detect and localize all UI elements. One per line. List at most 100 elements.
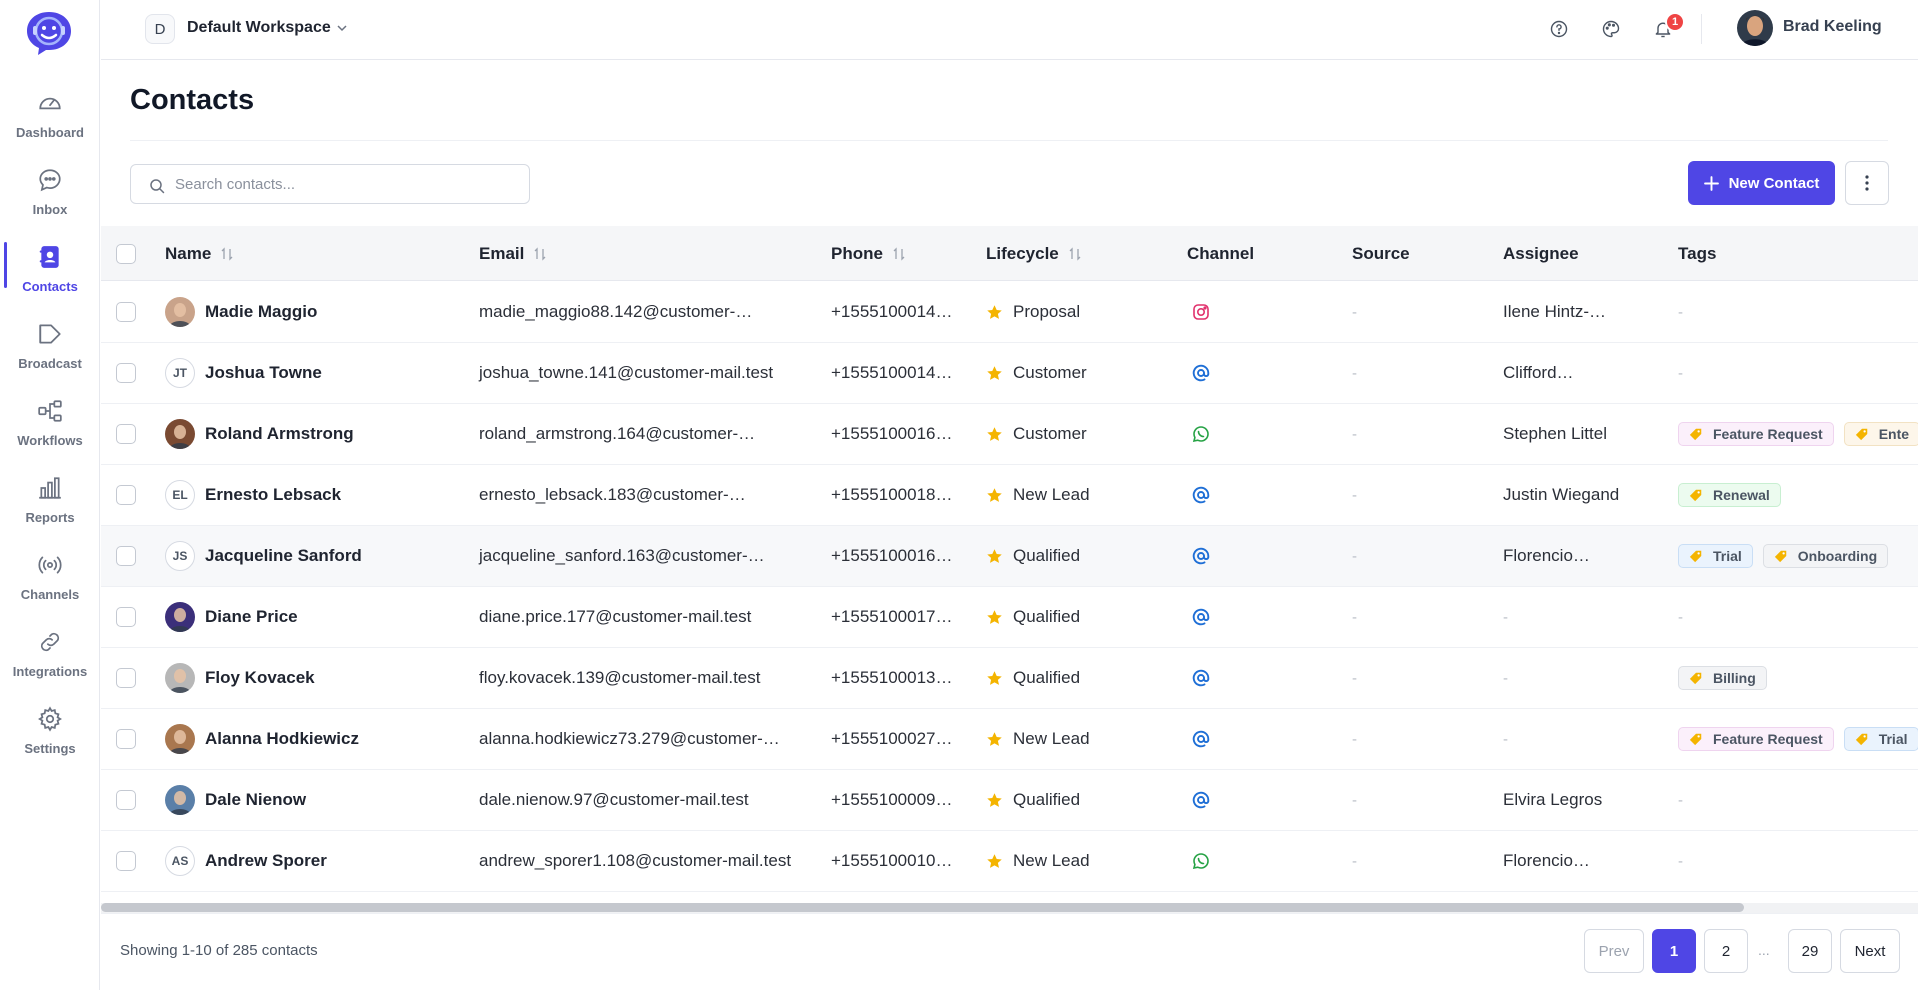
lifecycle-label: Qualified	[1013, 607, 1081, 626]
tag-chip[interactable]: Renewal	[1678, 483, 1781, 507]
table-row[interactable]: Madie Maggio madie_maggio88.142@customer-…	[101, 282, 1918, 343]
row-checkbox[interactable]	[116, 546, 136, 566]
contact-name[interactable]: Diane Price	[165, 587, 298, 647]
table-row[interactable]: AS Andrew Sporer andrew_sporer1.108@custom…	[101, 831, 1918, 892]
contact-email: roland_armstrong.164@customer-…	[479, 424, 756, 443]
tag-chip[interactable]: Trial	[1678, 544, 1753, 568]
column-header-email[interactable]: Email	[479, 226, 547, 281]
prev-page-button[interactable]: Prev	[1584, 929, 1644, 973]
row-checkbox[interactable]	[116, 424, 136, 444]
contact-name[interactable]: EL Ernesto Lebsack	[165, 465, 341, 525]
user-avatar[interactable]	[1737, 10, 1773, 46]
page-2-button[interactable]: 2	[1704, 929, 1748, 973]
column-header-phone[interactable]: Phone	[831, 226, 906, 281]
table-row[interactable]: Floy Kovacek floy.kovacek.139@customer-ma…	[101, 648, 1918, 709]
lifecycle-stage[interactable]: Customer	[986, 404, 1087, 464]
search-input[interactable]	[175, 165, 515, 203]
contact-name[interactable]: Floy Kovacek	[165, 648, 315, 708]
select-all-checkbox[interactable]	[116, 244, 136, 264]
sidebar-item-dashboard[interactable]: Dashboard	[0, 84, 100, 154]
contact-assignee[interactable]: Florencio…	[1503, 831, 1590, 891]
tag-chip[interactable]: Onboarding	[1762, 544, 1889, 568]
lifecycle-stage[interactable]: New Lead	[986, 831, 1090, 891]
page-1-button[interactable]: 1	[1652, 929, 1696, 973]
contact-assignee[interactable]: -	[1503, 587, 1508, 647]
tag-chip[interactable]: Ente	[1843, 422, 1918, 446]
contact-name[interactable]: Roland Armstrong	[165, 404, 354, 464]
contact-assignee[interactable]: Elvira Legros	[1503, 770, 1602, 830]
workspace-switcher[interactable]: Default Workspace	[187, 19, 331, 37]
contact-assignee[interactable]: Ilene Hintz-…	[1503, 282, 1606, 342]
new-contact-button[interactable]: New Contact	[1688, 161, 1835, 205]
lifecycle-stage[interactable]: Qualified	[986, 648, 1080, 708]
row-checkbox[interactable]	[116, 851, 136, 871]
contact-avatar	[165, 785, 195, 815]
row-checkbox[interactable]	[116, 790, 136, 810]
sidebar-item-channels[interactable]: Channels	[0, 546, 100, 616]
table-row[interactable]: JT Joshua Towne joshua_towne.141@customer-…	[101, 343, 1918, 404]
app-logo-icon[interactable]	[23, 9, 75, 57]
lifecycle-stage[interactable]: Qualified	[986, 587, 1080, 647]
sidebar-item-label: Dashboard	[16, 125, 84, 140]
sidebar-item-integrations[interactable]: Integrations	[0, 623, 100, 693]
table-row[interactable]: Roland Armstrong roland_armstrong.164@cus…	[101, 404, 1918, 465]
contact-assignee[interactable]: -	[1503, 648, 1508, 708]
table-row[interactable]: Alanna Hodkiewicz alanna.hodkiewicz73.279…	[101, 709, 1918, 770]
table-row[interactable]: EL Ernesto Lebsack ernesto_lebsack.183@cus…	[101, 465, 1918, 526]
sort-icon	[893, 246, 905, 261]
palette-icon[interactable]	[1599, 17, 1623, 41]
row-checkbox[interactable]	[116, 485, 136, 505]
workspace-avatar[interactable]: D	[145, 14, 175, 44]
help-icon[interactable]	[1547, 17, 1571, 41]
column-header-name[interactable]: Name	[165, 226, 234, 281]
lifecycle-stage[interactable]: Customer	[986, 343, 1087, 403]
sidebar-item-inbox[interactable]: Inbox	[0, 161, 100, 231]
tag-chip[interactable]: Billing	[1678, 666, 1767, 690]
lifecycle-stage[interactable]: Proposal	[986, 282, 1080, 342]
contact-name[interactable]: AS Andrew Sporer	[165, 831, 327, 891]
user-name[interactable]: Brad Keeling	[1783, 18, 1882, 36]
row-checkbox[interactable]	[116, 607, 136, 627]
sidebar-item-reports[interactable]: Reports	[0, 469, 100, 539]
row-checkbox[interactable]	[116, 729, 136, 749]
sidebar-item-settings[interactable]: Settings	[0, 700, 100, 770]
contact-assignee[interactable]: -	[1503, 709, 1508, 769]
contact-assignee[interactable]: Stephen Littel	[1503, 404, 1607, 464]
contact-name[interactable]: JT Joshua Towne	[165, 343, 322, 403]
row-checkbox[interactable]	[116, 668, 136, 688]
lifecycle-stage[interactable]: Qualified	[986, 770, 1080, 830]
horizontal-scrollbar-thumb[interactable]	[101, 903, 1744, 912]
next-page-button[interactable]: Next	[1840, 929, 1900, 973]
sidebar-item-contacts[interactable]: Contacts	[0, 238, 100, 308]
email-channel-icon	[1192, 526, 1210, 586]
row-checkbox[interactable]	[116, 302, 136, 322]
lifecycle-stage[interactable]: New Lead	[986, 465, 1090, 525]
contact-name-text: Alanna Hodkiewicz	[205, 729, 359, 748]
tag-chip[interactable]: Feature Request	[1678, 422, 1834, 446]
column-header-lifecycle[interactable]: Lifecycle	[986, 226, 1082, 281]
lifecycle-stage[interactable]: Qualified	[986, 526, 1080, 586]
lifecycle-stage[interactable]: New Lead	[986, 709, 1090, 769]
chevron-down-icon[interactable]	[335, 21, 349, 35]
whatsapp-channel-icon	[1192, 404, 1210, 464]
tag-chip[interactable]: Feature Request	[1678, 727, 1834, 751]
contact-name[interactable]: Alanna Hodkiewicz	[165, 709, 359, 769]
contact-assignee[interactable]: Florencio…	[1503, 526, 1590, 586]
contact-name[interactable]: JS Jacqueline Sanford	[165, 526, 362, 586]
sidebar-item-broadcast[interactable]: Broadcast	[0, 315, 100, 385]
table-row[interactable]: Diane Price diane.price.177@customer-mail…	[101, 587, 1918, 648]
contact-assignee[interactable]: Justin Wiegand	[1503, 465, 1619, 525]
column-header-assignee: Assignee	[1503, 243, 1579, 263]
contact-assignee[interactable]: Clifford…	[1503, 343, 1574, 403]
row-checkbox[interactable]	[116, 363, 136, 383]
more-options-button[interactable]	[1845, 161, 1889, 205]
table-row[interactable]: Dale Nienow dale.nienow.97@customer-mail.…	[101, 770, 1918, 831]
contact-source: -	[1352, 730, 1357, 748]
table-row[interactable]: JS Jacqueline Sanford jacqueline_sanford.1…	[101, 526, 1918, 587]
page-29-button[interactable]: 29	[1788, 929, 1832, 973]
bell-icon[interactable]: 1	[1651, 12, 1685, 41]
contact-name[interactable]: Dale Nienow	[165, 770, 306, 830]
contact-name[interactable]: Madie Maggio	[165, 282, 317, 342]
tag-chip[interactable]: Trial	[1843, 727, 1918, 751]
sidebar-item-workflows[interactable]: Workflows	[0, 392, 100, 462]
